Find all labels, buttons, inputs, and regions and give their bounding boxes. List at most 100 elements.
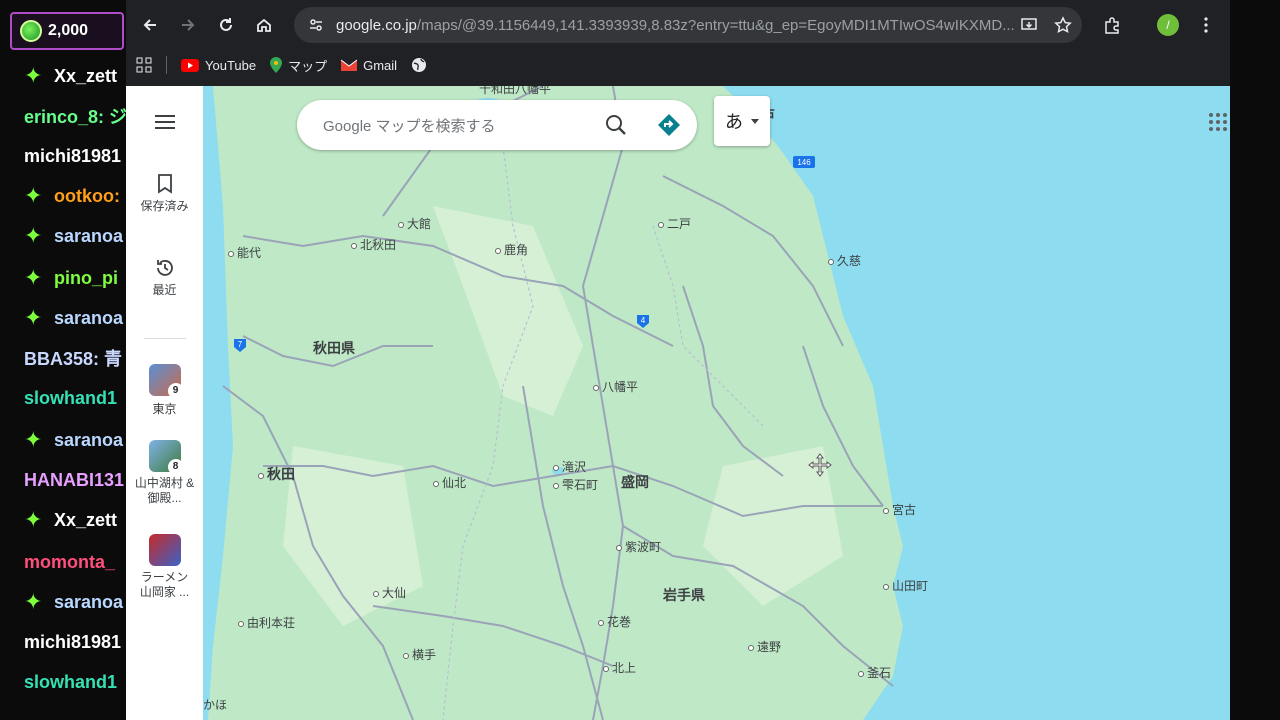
map-place-label[interactable]: 滝沢 (553, 458, 586, 475)
maps-search-box[interactable]: Google マップを検索する (297, 100, 697, 150)
caret-down-icon (751, 118, 759, 124)
place-dot-icon (373, 591, 379, 597)
chat-message: ✦ saranoa (24, 298, 123, 338)
map-place-label[interactable]: 二戸 (658, 215, 691, 232)
map-place-label[interactable]: 遠野 (748, 638, 781, 655)
apps-grid-icon[interactable] (136, 57, 152, 73)
bookmark-youtube[interactable]: YouTube (181, 58, 256, 73)
map-place-label[interactable]: 十和田八幡平 (479, 86, 551, 97)
bookmark-star-icon[interactable] (1054, 16, 1072, 34)
recent-label: 最近 (152, 283, 177, 297)
place-name: 北上 (612, 661, 637, 675)
place-dot-icon (593, 385, 599, 391)
map-place-label[interactable]: 雫石町 (553, 476, 598, 493)
place-name: 久慈 (837, 254, 862, 268)
map-place-label[interactable]: 久慈 (828, 252, 861, 269)
map-place-label[interactable]: 釜石 (858, 664, 891, 681)
menu-button[interactable] (126, 114, 203, 133)
search-input[interactable]: Google マップを検索する (323, 115, 605, 136)
search-icon[interactable] (605, 114, 627, 136)
place-name: 八幡平 (602, 380, 639, 394)
map-place-label[interactable]: 花巻 (598, 613, 631, 630)
history-icon (156, 260, 173, 276)
install-app-icon[interactable] (1020, 16, 1038, 34)
sparkle-badge-icon: ✦ (24, 183, 43, 208)
chat-message: ✦ pino_pi (24, 258, 118, 298)
list-thumbnail: 9 (148, 364, 184, 399)
map-place-label[interactable]: 大仙 (373, 584, 406, 601)
map-place-label[interactable]: 北上 (603, 659, 636, 676)
chat-username: HANABI131 (24, 469, 125, 490)
hamburger-menu-icon (154, 115, 175, 129)
chat-message: ✦ ootkoo: (24, 176, 120, 216)
place-name: 雫石町 (562, 478, 599, 492)
place-name: 盛岡 (621, 474, 649, 490)
chat-username: BBA358: 青 (24, 349, 123, 369)
place-name: 大館 (407, 217, 432, 231)
back-button[interactable] (132, 7, 168, 43)
place-name: 北秋田 (360, 238, 397, 252)
place-dot-icon (433, 481, 439, 487)
bookmark-gmail[interactable]: Gmail (341, 58, 397, 73)
chat-message: erinco_8: ジ (24, 96, 126, 136)
map-place-label[interactable]: 秋田県 (313, 338, 355, 358)
home-button[interactable] (246, 7, 282, 43)
forward-arrow-icon (182, 19, 195, 31)
map-place-label[interactable]: かほ (203, 696, 227, 713)
map-place-label[interactable]: 八幡平 (593, 378, 638, 395)
map-canvas[interactable]: 146 4 7 十和田八幡平八戸大館二戸能代北秋田鹿角久慈秋田県八幡平秋田滝沢仙… (203, 86, 1230, 720)
map-place-label[interactable]: 山田町 (883, 577, 928, 594)
address-bar[interactable]: google.co.jp/maps/@39.1156449,141.339393… (294, 7, 1082, 43)
extensions-button[interactable] (1094, 7, 1130, 43)
map-place-label[interactable]: 紫波町 (616, 538, 661, 555)
list-yamanakako[interactable]: 8 山中湖村 & 御殿... (126, 440, 203, 506)
map-place-label[interactable]: 北秋田 (351, 236, 396, 253)
map-place-label[interactable]: 横手 (403, 646, 436, 663)
input-language-button[interactable]: あ (714, 96, 770, 146)
forward-button[interactable] (170, 7, 206, 43)
list-tokyo[interactable]: 9 東京 (126, 364, 203, 417)
lang-label: あ (725, 112, 743, 132)
map-place-label[interactable]: 大館 (398, 215, 431, 232)
place-dot-icon (883, 508, 889, 514)
map-place-label[interactable]: 岩手県 (663, 585, 705, 605)
list-label: 山中湖村 & 御殿... (134, 476, 195, 505)
browser-menu-button[interactable] (1188, 7, 1224, 43)
chat-message: HANABI131 (24, 460, 124, 500)
map-place-label[interactable]: 秋田 (258, 464, 295, 484)
chat-message: ✦ Xx_zett (24, 500, 117, 540)
chat-username: Xx_zett (54, 65, 118, 86)
directions-icon[interactable] (657, 113, 681, 137)
saved-button[interactable]: 保存済み (126, 174, 203, 214)
list-ramen[interactable]: ラーメン 山岡家 ... (126, 534, 203, 600)
bookmark-maps[interactable]: マップ (270, 56, 327, 75)
recent-button[interactable]: 最近 (126, 258, 203, 298)
map-place-label[interactable]: 仙北 (433, 474, 466, 491)
chat-message: ✦ saranoa (24, 216, 123, 256)
place-name: 二戸 (667, 217, 692, 231)
place-name: 遠野 (757, 640, 782, 654)
reload-button[interactable] (208, 7, 244, 43)
list-thumbnail (148, 534, 181, 566)
google-apps-icon[interactable] (1208, 112, 1228, 132)
chat-message: michi81981 (24, 622, 121, 662)
map-place-label[interactable]: 由利本荘 (238, 614, 295, 631)
back-arrow-icon (143, 19, 156, 31)
chat-username: saranoa (54, 429, 124, 450)
bookmark-icon (157, 174, 172, 194)
map-place-label[interactable]: 能代 (228, 244, 261, 261)
place-dot-icon (351, 243, 357, 249)
map-place-label[interactable]: 宮古 (883, 501, 916, 518)
kebab-menu-icon (1204, 17, 1208, 33)
site-info-icon[interactable] (308, 17, 324, 33)
coin-badge: 2,000 (10, 12, 124, 50)
map-place-label[interactable]: 盛岡 (621, 472, 649, 492)
chat-username: michi81981 (24, 631, 122, 652)
globe-icon[interactable] (411, 57, 427, 73)
place-name: 鹿角 (504, 243, 529, 257)
gmail-icon (341, 59, 358, 71)
place-name: 仙北 (442, 476, 467, 490)
home-icon (257, 18, 271, 32)
profile-button[interactable]: / (1150, 7, 1186, 43)
map-place-label[interactable]: 鹿角 (495, 241, 528, 258)
